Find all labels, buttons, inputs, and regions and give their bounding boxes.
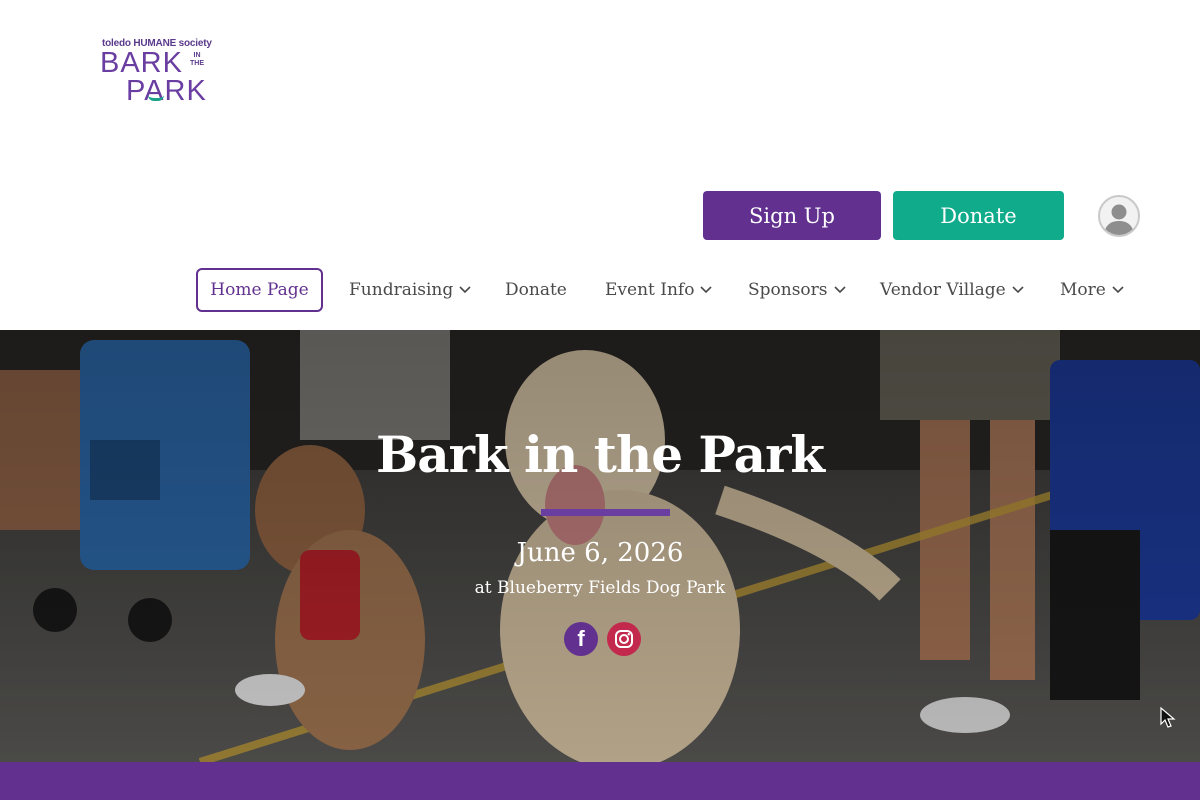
chevron-down-icon (700, 286, 713, 294)
nav-item-fundraising[interactable]: Fundraising (349, 268, 471, 312)
nav-item-label: Vendor Village (880, 280, 1006, 300)
logo-park-text: PARK (126, 75, 207, 107)
hero-divider (541, 509, 670, 516)
nav-item-label: Fundraising (349, 280, 454, 300)
nav-item-label: Donate (505, 280, 567, 300)
facebook-icon[interactable]: f (564, 622, 598, 656)
instagram-icon[interactable] (607, 622, 641, 656)
sign-up-button[interactable]: Sign Up (703, 191, 881, 240)
nav-item-label: Sponsors (748, 280, 828, 300)
logo-bark-text: BARK (100, 47, 183, 79)
logo-in-the-text: IN THE (190, 52, 204, 67)
purple-section-band (0, 762, 1200, 800)
chevron-down-icon (1012, 286, 1024, 294)
nav-item-more[interactable]: More (1060, 268, 1124, 312)
nav-item-sponsors[interactable]: Sponsors (748, 268, 846, 312)
chevron-down-icon (833, 286, 846, 294)
nav-item-label: More (1060, 280, 1106, 300)
chevron-down-icon (459, 286, 471, 294)
nav-item-donate[interactable]: Donate (505, 268, 567, 312)
nav-item-event-info[interactable]: Event Info (605, 268, 713, 312)
nav-item-home-page[interactable]: Home Page (196, 268, 323, 312)
donate-button[interactable]: Donate (893, 191, 1064, 240)
user-avatar-icon[interactable] (1098, 195, 1140, 237)
nav-item-vendor-village[interactable]: Vendor Village (880, 268, 1024, 312)
chevron-down-icon (1112, 286, 1124, 294)
event-date: June 6, 2026 (516, 538, 684, 568)
bark-in-the-park-logo[interactable]: toledo HUMANE society BARK IN THE PARK (100, 38, 212, 110)
hero-title: Bark in the Park (375, 425, 825, 484)
nav-item-label: Event Info (605, 280, 695, 300)
event-venue: at Blueberry Fields Dog Park (474, 578, 726, 598)
main-nav: Home Page Fundraising Donate Event Info … (0, 268, 1200, 314)
mouse-cursor-icon (1160, 707, 1176, 728)
site-header: toledo HUMANE society BARK IN THE PARK S… (0, 0, 1200, 330)
nav-item-label: Home Page (210, 280, 309, 300)
